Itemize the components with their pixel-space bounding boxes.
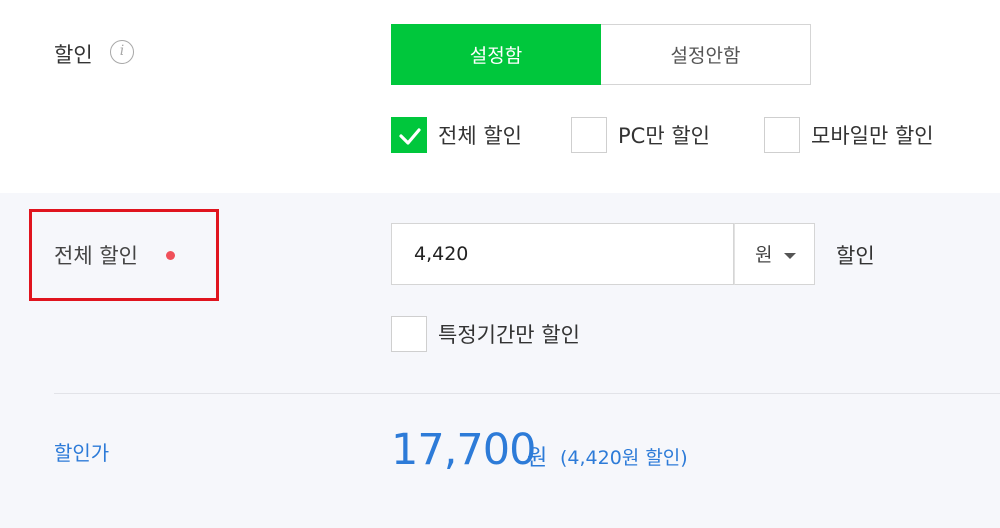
full-discount-label: 전체 할인 (54, 244, 138, 268)
discount-amount-input[interactable]: 4,420 (391, 223, 734, 285)
discount-on-button[interactable]: 설정함 (391, 24, 601, 85)
full-discount-checkbox[interactable] (391, 117, 427, 153)
info-icon[interactable]: i (110, 40, 134, 64)
discount-suffix-label: 할인 (836, 244, 875, 268)
mobile-discount-option-label: 모바일만 할인 (811, 124, 934, 148)
pc-discount-option-label: PC만 할인 (618, 124, 710, 148)
unit-dropdown-value: 원 (755, 244, 773, 266)
period-discount-option-label: 특정기간만 할인 (438, 323, 580, 347)
required-dot-icon (166, 251, 175, 260)
discount-label: 할인 (54, 43, 93, 67)
pc-discount-checkbox[interactable] (571, 117, 607, 153)
sale-price-unit: 원 (527, 446, 548, 471)
divider (54, 393, 1000, 394)
sale-price-label: 할인가 (54, 441, 110, 465)
sale-price-amount: 17,700 (391, 425, 536, 475)
discount-off-button[interactable]: 설정안함 (601, 24, 811, 85)
checkmark-icon (399, 128, 421, 145)
mobile-discount-checkbox[interactable] (764, 117, 800, 153)
sale-price-discount-note: (4,420원 할인) (560, 447, 688, 469)
period-discount-checkbox[interactable] (391, 316, 427, 352)
caret-down-icon (784, 253, 796, 259)
full-discount-option-label: 전체 할인 (438, 124, 522, 148)
discount-setting-section: 할인 i 설정함 설정안함 전체 할인 PC만 할인 모바일만 할인 (0, 0, 1000, 193)
unit-dropdown[interactable]: 원 (734, 223, 815, 285)
